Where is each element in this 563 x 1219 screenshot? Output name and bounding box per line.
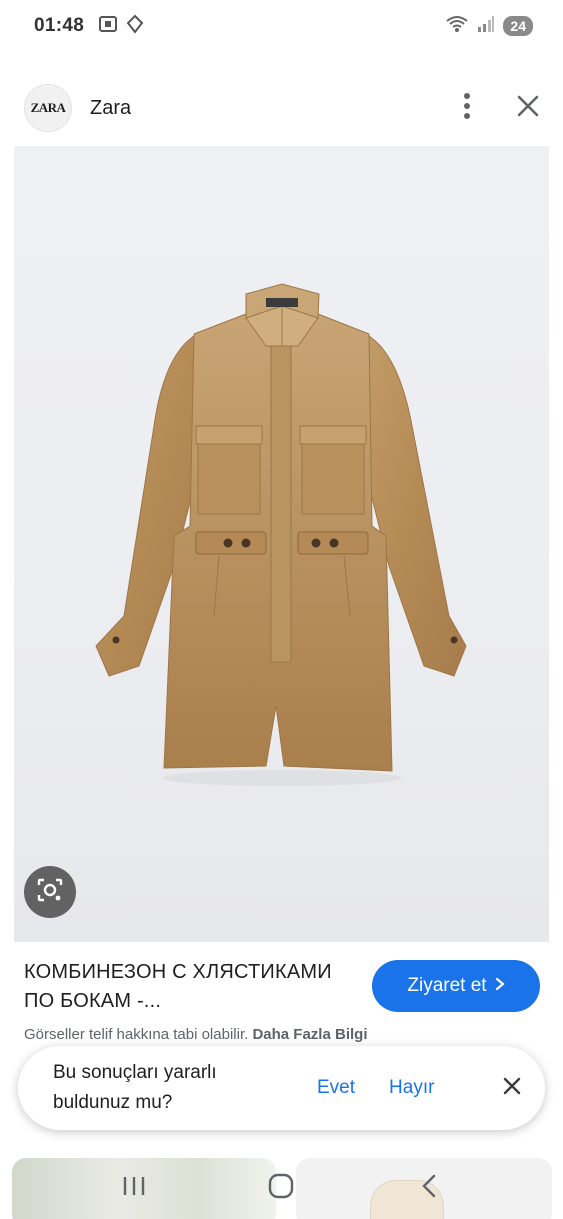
home-icon <box>268 1173 294 1204</box>
battery-indicator: 24 <box>503 16 533 36</box>
product-image[interactable] <box>14 146 549 942</box>
feedback-no-button[interactable]: Hayır <box>389 1077 434 1099</box>
product-title[interactable]: КОМБИНЕЗОН С ХЛЯСТИКАМИ ПО БОКАМ -... <box>24 958 354 1016</box>
visit-label: Ziyaret et <box>407 975 487 996</box>
feedback-close-button[interactable] <box>503 1077 521 1100</box>
feedback-card: Bu sonuçları yararlı buldunuz mu? Evet H… <box>18 1046 545 1130</box>
lens-icon <box>36 877 64 908</box>
lens-button[interactable] <box>24 866 76 918</box>
result-info: КОМБИНЕЗОН С ХЛЯСТИКАМИ ПО БОКАМ -... Zi… <box>24 958 544 1043</box>
close-icon <box>503 1077 521 1100</box>
more-vert-icon <box>463 92 471 124</box>
screenshot-icon <box>98 14 118 39</box>
status-bar: 01:48 24 <box>0 0 563 52</box>
more-info-link[interactable]: Daha Fazla Bilgi <box>252 1026 367 1043</box>
wifi-icon <box>445 15 469 38</box>
back-icon <box>420 1173 438 1204</box>
feedback-yes-button[interactable]: Evet <box>317 1077 355 1099</box>
playsuit-illustration <box>95 283 467 786</box>
home-button[interactable] <box>251 1169 311 1209</box>
recents-button[interactable] <box>104 1169 164 1209</box>
chevron-right-icon <box>495 975 505 997</box>
copyright-text: Görseller telif hakkına tabi olabilir. <box>24 1026 249 1043</box>
visit-button[interactable]: Ziyaret et <box>372 960 540 1012</box>
location-icon <box>126 14 144 39</box>
recents-icon <box>121 1175 147 1202</box>
copyright-notice: Görseller telif hakkına tabi olabilir. D… <box>24 1026 367 1043</box>
site-name[interactable]: Zara <box>90 97 131 120</box>
result-header: ZARA Zara <box>0 80 563 136</box>
status-time: 01:48 <box>34 15 85 36</box>
system-navbar <box>0 1158 563 1219</box>
more-options-button[interactable] <box>463 92 471 124</box>
back-button[interactable] <box>399 1169 459 1209</box>
feedback-question: Bu sonuçları yararlı buldunuz mu? <box>53 1062 217 1113</box>
site-logo[interactable]: ZARA <box>24 84 72 132</box>
signal-icon <box>477 15 495 38</box>
close-button[interactable] <box>517 95 539 122</box>
close-icon <box>517 95 539 122</box>
